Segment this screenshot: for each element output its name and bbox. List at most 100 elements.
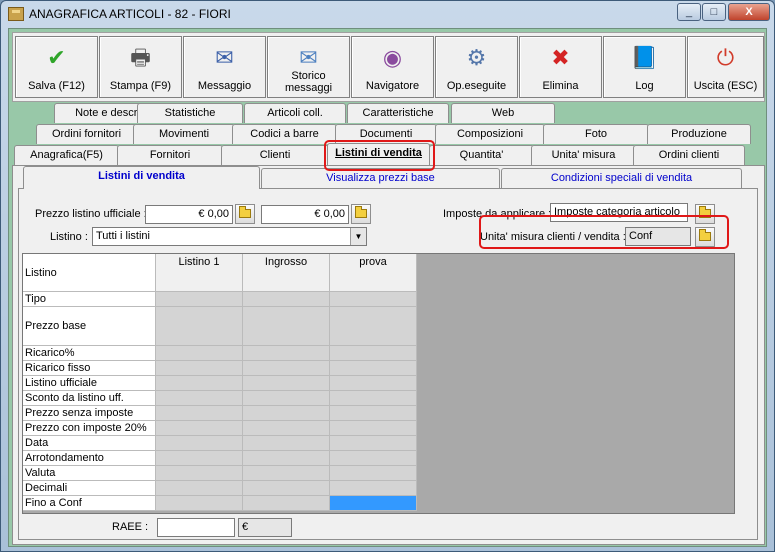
grid-column-header[interactable]: Listino 1	[156, 254, 243, 292]
grid-cell[interactable]	[243, 391, 330, 406]
grid-cell[interactable]	[243, 436, 330, 451]
grid-row-label: Prezzo base	[23, 307, 156, 346]
tab-anagrafica-f5[interactable]: Anagrafica(F5)	[14, 145, 119, 165]
listino-select-value: Tutti i listini	[96, 230, 150, 242]
tab-clienti[interactable]: Clienti	[221, 145, 329, 165]
maximize-button[interactable]: □	[702, 3, 726, 21]
prezzo-listino-input-1[interactable]: € 0,00	[145, 205, 233, 224]
tab-composizioni[interactable]: Composizioni	[435, 124, 545, 144]
grid-cell[interactable]	[156, 307, 243, 346]
gears-icon: ⚙	[466, 45, 487, 70]
grid-cell[interactable]	[156, 376, 243, 391]
prezzo-listino-input-2[interactable]: € 0,00	[261, 205, 349, 224]
grid-cell[interactable]	[156, 451, 243, 466]
grid-column-header[interactable]: Ingrosso	[243, 254, 330, 292]
grid-column-header[interactable]: prova	[330, 254, 417, 292]
raee-label: RAEE :	[112, 521, 149, 533]
tab-unita-misura[interactable]: Unita' misura	[531, 145, 636, 165]
grid-row-label: Ricarico fisso	[23, 361, 156, 376]
listini-grid[interactable]: Listino Listino 1 Ingrosso prova Tipo Prezzo …	[22, 253, 735, 514]
grid-row-label: Tipo	[23, 292, 156, 307]
grid-cell[interactable]	[243, 346, 330, 361]
tab-produzione[interactable]: Produzione	[647, 124, 751, 144]
grid-row-label: Data	[23, 436, 156, 451]
tab-codici-a-barre[interactable]: Codici a barre	[232, 124, 337, 144]
grid-cell[interactable]	[243, 481, 330, 496]
grid-cell[interactable]	[156, 361, 243, 376]
navigator-button[interactable]: ◉ Navigatore	[351, 36, 434, 98]
grid-cell[interactable]	[156, 346, 243, 361]
grid-cell[interactable]	[330, 307, 417, 346]
power-icon: ⏻	[716, 45, 735, 70]
grid-cell[interactable]	[156, 436, 243, 451]
tab-articoli-coll[interactable]: Articoli coll.	[244, 103, 346, 123]
print-button[interactable]: 🖶 Stampa (F9)	[99, 36, 182, 98]
grid-cell[interactable]	[243, 451, 330, 466]
grid-cell[interactable]	[243, 307, 330, 346]
grid-cell[interactable]	[156, 481, 243, 496]
grid-cell[interactable]	[330, 292, 417, 307]
tab-foto[interactable]: Foto	[543, 124, 649, 144]
subtab-condizioni-speciali-di-vendita[interactable]: Condizioni speciali di vendita	[501, 168, 742, 188]
grid-cell[interactable]	[330, 436, 417, 451]
grid-cell[interactable]	[156, 406, 243, 421]
listino-select[interactable]: Tutti i listini ▼	[92, 227, 367, 246]
tab-fornitori[interactable]: Fornitori	[117, 145, 223, 165]
grid-cell[interactable]	[243, 361, 330, 376]
main-window: ANAGRAFICA ARTICOLI - 82 - FIORI _ □ X ✔…	[0, 0, 775, 552]
window-title: ANAGRAFICA ARTICOLI - 82 - FIORI	[29, 7, 231, 21]
raee-input[interactable]	[157, 518, 235, 537]
grid-cell[interactable]	[243, 466, 330, 481]
grid-cell[interactable]	[156, 421, 243, 436]
print-button-label: Stampa (F9)	[109, 80, 172, 92]
prezzo-folder-button-2[interactable]	[351, 204, 371, 224]
navigator-button-label: Navigatore	[365, 80, 420, 92]
close-button[interactable]: X	[728, 3, 770, 21]
grid-cell[interactable]	[156, 292, 243, 307]
grid-cell[interactable]	[330, 361, 417, 376]
grid-cell[interactable]	[243, 421, 330, 436]
ops-button[interactable]: ⚙ Op.eseguite	[435, 36, 518, 98]
grid-row-label: Prezzo con imposte 20%	[23, 421, 156, 436]
tab-ordini-fornitori[interactable]: Ordini fornitori	[36, 124, 137, 144]
tab-statistiche[interactable]: Statistiche	[137, 103, 243, 123]
highlight-um-field	[479, 215, 729, 249]
message-button[interactable]: ✉ Messaggio	[183, 36, 266, 98]
grid-cell[interactable]	[156, 466, 243, 481]
grid-cell[interactable]	[156, 391, 243, 406]
grid-cell[interactable]	[243, 292, 330, 307]
grid-cell[interactable]	[330, 451, 417, 466]
grid-cell[interactable]	[330, 421, 417, 436]
grid-cell[interactable]	[330, 376, 417, 391]
grid-cell[interactable]	[330, 466, 417, 481]
tab-caratteristiche[interactable]: Caratteristiche	[347, 103, 449, 123]
log-button[interactable]: 📘 Log	[603, 36, 686, 98]
exit-button[interactable]: ⏻ Uscita (ESC)	[687, 36, 764, 98]
save-button[interactable]: ✔ Salva (F12)	[15, 36, 98, 98]
minimize-button[interactable]: _	[677, 3, 701, 21]
subtab-listini-di-vendita[interactable]: Listini di vendita	[23, 166, 260, 189]
chevron-down-icon[interactable]: ▼	[350, 228, 366, 245]
grid-cell-selected[interactable]	[330, 496, 417, 511]
grid-row-label: Fino a Conf	[23, 496, 156, 511]
grid-cell[interactable]	[330, 346, 417, 361]
grid-cell[interactable]	[330, 406, 417, 421]
grid-cell[interactable]	[156, 496, 243, 511]
exit-button-label: Uscita (ESC)	[693, 80, 758, 92]
prezzo-folder-button-1[interactable]	[235, 204, 255, 224]
grid-cell[interactable]	[243, 496, 330, 511]
grid-cell[interactable]	[243, 406, 330, 421]
grid-cell[interactable]	[243, 376, 330, 391]
subtab-visualizza-prezzi-base[interactable]: Visualizza prezzi base	[261, 168, 500, 188]
envelope-pen-icon: ✉	[215, 45, 234, 70]
grid-cell[interactable]	[330, 481, 417, 496]
tab-web[interactable]: Web	[451, 103, 555, 123]
tab-movimenti[interactable]: Movimenti	[133, 124, 235, 144]
grid-cell[interactable]	[330, 391, 417, 406]
delete-button[interactable]: ✖ Elimina	[519, 36, 602, 98]
history-button[interactable]: ✉ Storico messaggi	[267, 36, 350, 98]
tab-quantita[interactable]: Quantita'	[429, 145, 534, 165]
tab-ordini-clienti[interactable]: Ordini clienti	[633, 145, 745, 165]
title-bar[interactable]: ANAGRAFICA ARTICOLI - 82 - FIORI _ □ X	[1, 1, 774, 28]
grid-cells: Listino Listino 1 Ingrosso prova Tipo Prezzo …	[23, 254, 417, 511]
